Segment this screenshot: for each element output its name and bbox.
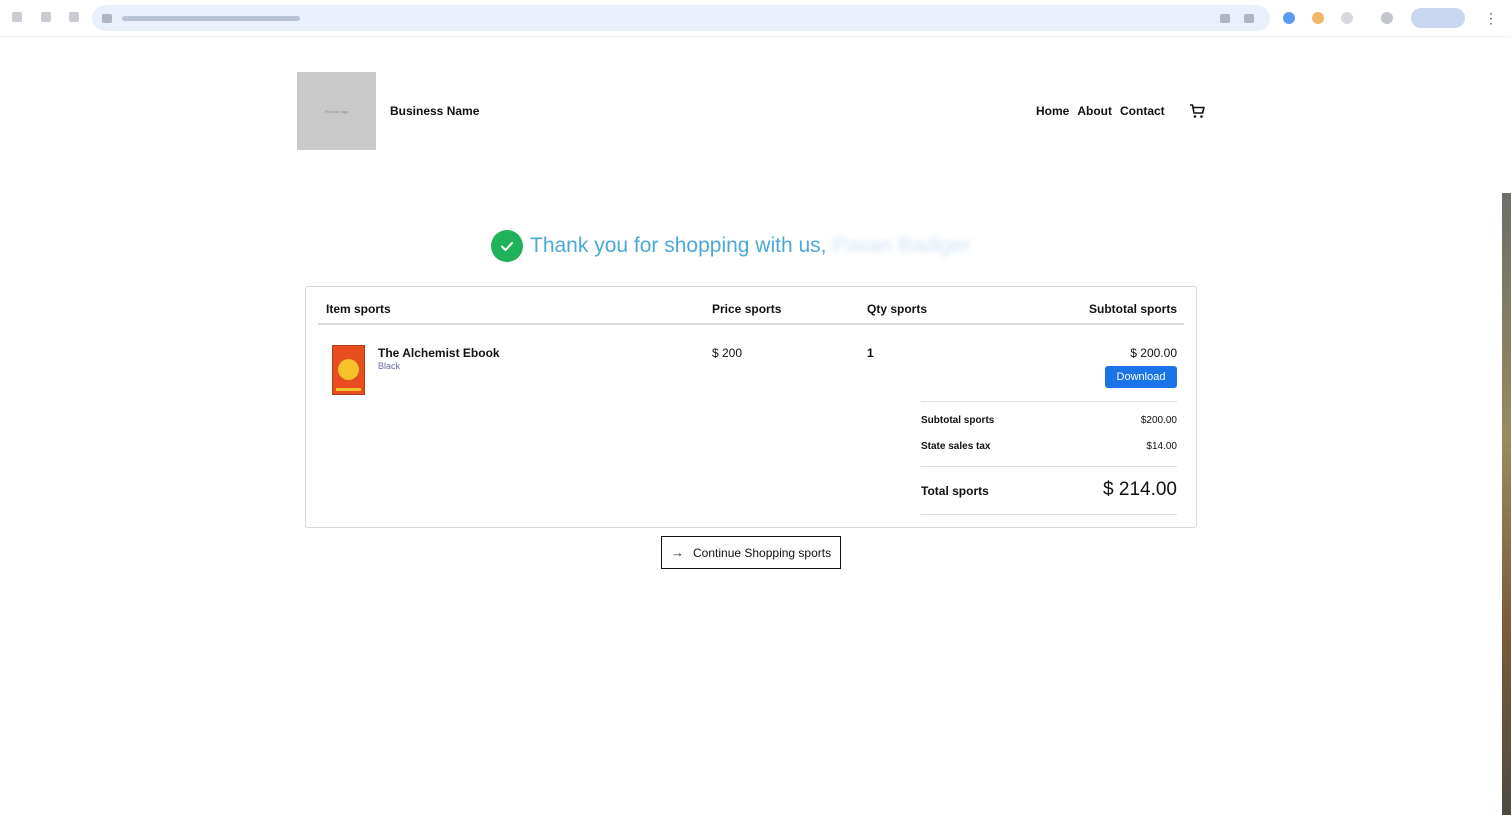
nav-home[interactable]: Home bbox=[1036, 104, 1069, 118]
summary-divider bbox=[921, 514, 1177, 515]
menu-icon[interactable]: ⋮ bbox=[1484, 10, 1498, 26]
forward-icon[interactable] bbox=[41, 12, 51, 22]
cart-icon[interactable] bbox=[1188, 102, 1206, 120]
product-subtotal: $ 200.00 bbox=[1130, 346, 1177, 360]
subtotal-value: $200.00 bbox=[1140, 415, 1177, 426]
product-name[interactable]: The Alchemist Ebook bbox=[378, 346, 500, 360]
main-nav: Home About Contact bbox=[1036, 104, 1165, 118]
install-icon[interactable] bbox=[1220, 14, 1230, 23]
scrollbar[interactable] bbox=[1502, 193, 1511, 815]
logo-text: Put your logo bbox=[324, 108, 349, 114]
subtotal-label: Subtotal sports bbox=[921, 415, 995, 426]
customer-name: Pavan Badiger bbox=[832, 234, 971, 257]
arrow-right-icon: → bbox=[671, 545, 684, 560]
header-divider bbox=[318, 323, 1184, 325]
product-variant: Black bbox=[378, 361, 401, 371]
column-header-subtotal: Subtotal sports bbox=[1088, 302, 1177, 316]
address-bar[interactable] bbox=[92, 5, 1270, 31]
product-thumbnail[interactable] bbox=[332, 345, 365, 395]
total-label: Total sports bbox=[921, 484, 989, 498]
back-icon[interactable] bbox=[12, 12, 22, 22]
column-header-price: Price sports bbox=[712, 302, 782, 316]
continue-shopping-label: Continue Shopping sports bbox=[693, 545, 832, 560]
column-header-qty: Qty sports bbox=[867, 302, 928, 316]
nav-about[interactable]: About bbox=[1077, 104, 1112, 118]
summary-divider bbox=[921, 401, 1177, 402]
product-price: $ 200 bbox=[712, 346, 743, 360]
confirmation-message: Thank you for shopping with us, bbox=[530, 234, 827, 257]
logo[interactable]: Put your logo bbox=[297, 72, 376, 150]
summary-divider bbox=[921, 466, 1177, 467]
tax-value: $14.00 bbox=[1146, 441, 1177, 452]
download-button[interactable]: Download bbox=[1105, 366, 1177, 388]
url-text bbox=[122, 16, 300, 21]
confirmation-heading: Thank you for shopping with us, Pavan Ba… bbox=[491, 230, 970, 262]
order-summary-card: Item sports Price sports Qty sports Subt… bbox=[305, 286, 1197, 528]
extension-icon[interactable] bbox=[1312, 12, 1324, 24]
browser-toolbar: ⋮ bbox=[0, 0, 1511, 37]
column-header-item: Item sports bbox=[326, 302, 391, 316]
business-name[interactable]: Business Name bbox=[390, 104, 479, 118]
tax-label: State sales tax bbox=[921, 441, 991, 452]
extension-icon[interactable] bbox=[1283, 12, 1295, 24]
total-value: $ 214.00 bbox=[1103, 479, 1177, 500]
product-qty: 1 bbox=[867, 346, 874, 360]
continue-shopping-button[interactable]: → Continue Shopping sports bbox=[661, 536, 841, 569]
nav-contact[interactable]: Contact bbox=[1120, 104, 1165, 118]
profile-button[interactable] bbox=[1411, 8, 1465, 28]
downloads-icon[interactable] bbox=[1381, 12, 1393, 24]
site-info-icon[interactable] bbox=[102, 14, 112, 23]
extension-icon[interactable] bbox=[1341, 12, 1353, 24]
success-check-icon bbox=[491, 230, 523, 262]
bookmark-icon[interactable] bbox=[1244, 14, 1254, 23]
book-cover-sun bbox=[338, 359, 359, 380]
reload-icon[interactable] bbox=[69, 12, 79, 22]
book-cover-band bbox=[336, 388, 361, 391]
